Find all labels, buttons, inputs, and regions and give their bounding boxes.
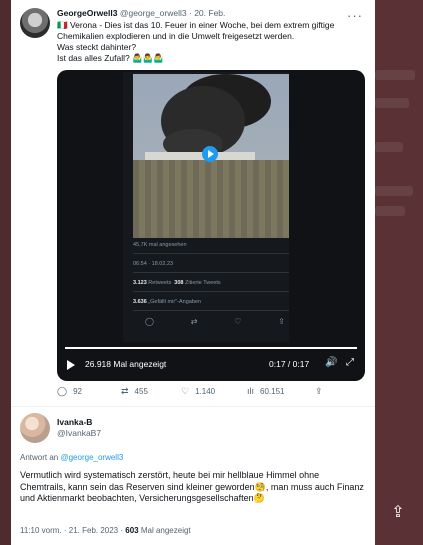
ghost-line: [375, 142, 403, 152]
divider: [133, 291, 289, 292]
inner-retweets-count: 3.123: [133, 280, 147, 286]
share-button[interactable]: ⇪: [315, 386, 323, 397]
share-icon: ⇪: [315, 386, 323, 396]
tweet-thread-panel: ··· GeorgeOrwell3 @george_orwell3 · 20. …: [11, 0, 375, 545]
retweet-icon: ⇄: [121, 386, 129, 396]
tweet-action-bar: ◯ 92 ⇄ 455 ♡ 1.140 ılı 60.151 ⇪: [57, 386, 347, 400]
inner-quotes-label: Zitierte Tweets: [185, 280, 221, 286]
avatar[interactable]: [20, 413, 50, 443]
replying-to: Antwort an @george_orwell3: [20, 453, 123, 462]
analytics-icon: ılı: [247, 386, 255, 396]
inner-likes-label: „Gefällt mir"-Angaben: [148, 299, 201, 305]
reply-view-count: 603: [125, 526, 139, 535]
fullscreen-icon[interactable]: ⤢: [346, 357, 354, 368]
video-time: 0:17 / 0:17: [269, 359, 310, 369]
reply-meta: 11:10 vorm. · 21. Feb. 2023 · 603 Mal an…: [20, 526, 191, 535]
views-button[interactable]: ılı 60.151: [247, 386, 284, 396]
like-count: 1.140: [195, 387, 216, 396]
share-icon[interactable]: ⇪: [385, 500, 411, 526]
backdrop-left: [0, 0, 11, 545]
like-button[interactable]: ♡ 1.140: [181, 386, 215, 397]
author-handle[interactable]: @george_orwell3: [120, 8, 187, 18]
avatar[interactable]: [20, 8, 50, 38]
inner-likes-line: 3.636 „Gefällt mir"-Angaben: [133, 299, 201, 305]
view-count: 60.151: [260, 386, 285, 396]
inner-action-icons: ◯ ⇄ ♡ ⇪: [145, 317, 285, 326]
tweet-text: 🇮🇹 Verona - Dies ist das 10. Feuer in ei…: [57, 20, 362, 64]
divider: [11, 406, 375, 407]
tweet-text-line: Ist das alles Zufall? 🤷‍♂️🤷‍♂️🤷‍♂️: [57, 53, 164, 63]
divider: [133, 272, 289, 273]
video-player[interactable]: 45,7K mal angesehen 06:54 · 18.02.23 3.1…: [57, 70, 365, 381]
reply-text: Vermutlich wird systematisch zerstört, h…: [20, 470, 364, 503]
retweet-count: 455: [134, 387, 148, 396]
tweet-text-line: 🇮🇹 Verona - Dies ist das 10. Feuer in ei…: [57, 20, 335, 41]
tweet-text-line: Was steckt dahinter?: [57, 42, 137, 52]
inner-retweets-label: Retweets: [148, 280, 172, 286]
inner-likes-count: 3.636: [133, 299, 147, 305]
reply-view-label: Mal angezeigt: [140, 526, 191, 535]
share-icon: ⇪: [278, 317, 285, 326]
tweet-date[interactable]: 20. Feb.: [194, 8, 225, 18]
dimmed-background: ⇪: [375, 0, 423, 545]
like-icon: ♡: [181, 386, 190, 396]
ghost-line: [375, 206, 405, 216]
retweet-icon: ⇄: [190, 317, 198, 326]
reply-author-handle[interactable]: @IvankaB7: [57, 428, 101, 438]
reply-author-name[interactable]: Ivanka-B: [57, 417, 92, 427]
reply-count: 92: [73, 387, 82, 396]
inner-view-count: 45,7K mal angesehen: [133, 242, 187, 248]
inner-quotes-count: 308: [174, 280, 184, 286]
retweet-button[interactable]: ⇄ 455: [121, 386, 148, 397]
divider: [133, 253, 289, 254]
reply-button[interactable]: ◯ 92: [57, 386, 82, 397]
ghost-line: [375, 186, 413, 196]
progress-bar[interactable]: [65, 347, 357, 349]
reply-timestamp[interactable]: 11:10 vorm. · 21. Feb. 2023 ·: [20, 526, 123, 535]
play-icon[interactable]: [67, 360, 75, 370]
inner-timestamp: 06:54 · 18.02.23: [133, 261, 174, 267]
author-name[interactable]: GeorgeOrwell3: [57, 8, 117, 18]
separator: ·: [188, 8, 192, 18]
replying-prefix: Antwort an: [20, 453, 59, 462]
progress-fill: [65, 347, 357, 349]
reply-icon: ◯: [57, 386, 68, 396]
ghost-line: [375, 98, 409, 108]
ghost-line: [375, 70, 415, 80]
reply-icon: ◯: [145, 317, 154, 326]
video-view-count: 26.918 Mal angezeigt: [85, 359, 167, 369]
factory-building: [145, 152, 255, 160]
like-icon: ♡: [234, 317, 242, 326]
tweet-header: GeorgeOrwell3 @george_orwell3 · 20. Feb.: [57, 8, 225, 18]
vineyard-field: [133, 160, 289, 238]
volume-icon[interactable]: 🔊: [325, 357, 337, 368]
fire-smoke-image: [133, 74, 289, 238]
replying-to-link[interactable]: @george_orwell3: [60, 453, 123, 462]
divider: [133, 310, 289, 311]
inner-stats-line: 3.123 Retweets 308 Zitierte Tweets: [133, 280, 221, 286]
play-icon[interactable]: [202, 146, 218, 162]
